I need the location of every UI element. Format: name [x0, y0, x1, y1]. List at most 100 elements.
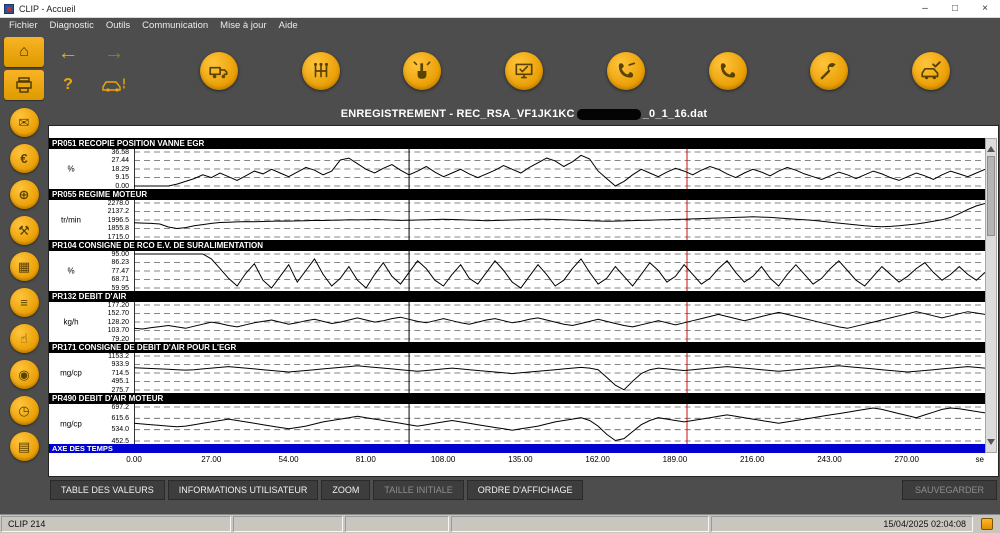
- chart-title-PR055: PR055 REGIME MOTEUR: [49, 189, 985, 200]
- zoom-button[interactable]: ZOOM: [321, 480, 370, 500]
- vehicle-check-button[interactable]: [912, 52, 950, 90]
- menu-diagnostic[interactable]: Diagnostic: [44, 20, 100, 31]
- vertical-scrollbar[interactable]: [985, 138, 997, 453]
- chart-plot-PR104[interactable]: [134, 251, 985, 291]
- chart-PR132: PR132 DEBIT D'AIRkg/h177.20152.70128.201…: [49, 291, 998, 342]
- menu-outils[interactable]: Outils: [100, 20, 136, 31]
- manual-selection-button[interactable]: [403, 52, 441, 90]
- gearbox-icon: [310, 60, 332, 82]
- chart-plot-PR171[interactable]: [134, 353, 985, 393]
- y-tick-label: 2278.0: [79, 200, 129, 207]
- messages-button[interactable]: ✉: [10, 108, 39, 137]
- record-title-prefix: ENREGISTREMENT - REC_RSA_VF1JK1KC: [341, 108, 575, 120]
- document-button[interactable]: ▤: [10, 432, 39, 461]
- question-icon: ?: [63, 76, 73, 94]
- phone-support-button[interactable]: [607, 52, 645, 90]
- x-tick-label: 54.00: [279, 455, 299, 464]
- token-button[interactable]: ◉: [10, 360, 39, 389]
- close-button[interactable]: ×: [970, 0, 1000, 17]
- tools-icon: ⚒: [18, 224, 30, 237]
- y-tick-label: 1855.8: [79, 225, 129, 232]
- body-row: ✉ € ⊕ ⚒ ▦ ≡ ☝ ◉ ◷ ▤ ENREGISTREMENT - REC_RSA_VF1J…: [0, 103, 1000, 514]
- chart-body-PR051: %36.5827.4418.299.150.00: [49, 149, 985, 189]
- vehicle-alert-button[interactable]: [92, 70, 136, 100]
- x-tick-label: 27.00: [201, 455, 221, 464]
- print-button[interactable]: [4, 70, 44, 100]
- menu-fichier[interactable]: Fichier: [3, 20, 44, 31]
- chart-PR055: PR055 REGIME MOTEURtr/min2278.02137.2199…: [49, 189, 998, 240]
- clip-window: CLIP - Accueil – □ × FichierDiagnosticOu…: [0, 0, 1000, 533]
- chart-PR490: PR490 DEBIT D'AIR MOTEURmg/cp697.2615.65…: [49, 393, 998, 444]
- list-button[interactable]: ≡: [10, 288, 39, 317]
- repair-button[interactable]: [810, 52, 848, 90]
- chart-body-PR132: kg/h177.20152.70128.20103.7079.20: [49, 302, 985, 342]
- home-button[interactable]: ⌂: [4, 37, 44, 67]
- chart-plot-PR051[interactable]: [134, 149, 985, 189]
- x-tick-label: 81.00: [356, 455, 376, 464]
- calculator-button[interactable]: ▦: [10, 252, 39, 281]
- table-values-button[interactable]: TABLE DES VALEURS: [50, 480, 165, 500]
- chart-title-PR132: PR132 DEBIT D'AIR: [49, 291, 985, 302]
- forward-button[interactable]: →: [92, 37, 136, 67]
- chart-title-PR171: PR171 CONSIGNE DE DEBIT D'AIR POUR L'EGR: [49, 342, 985, 353]
- status-datetime: 15/04/2025 02:04:08: [711, 516, 973, 532]
- chart-PR171: PR171 CONSIGNE DE DEBIT D'AIR POUR L'EGR…: [49, 342, 998, 393]
- chart-body-PR055: tr/min2278.02137.21996.51855.81715.0: [49, 200, 985, 240]
- x-tick-label: 189.00: [663, 455, 687, 464]
- x-tick-label: 108.00: [431, 455, 455, 464]
- chart-plot-PR132[interactable]: [134, 302, 985, 342]
- wrench-icon: [818, 60, 840, 82]
- chart-title-PR490: PR490 DEBIT D'AIR MOTEUR: [49, 393, 985, 404]
- sidebar: ✉ € ⊕ ⚒ ▦ ≡ ☝ ◉ ◷ ▤: [0, 103, 48, 514]
- display-order-button[interactable]: ORDRE D'AFFICHAGE: [467, 480, 584, 500]
- hand-button[interactable]: ☝: [10, 324, 39, 353]
- scroll-down-icon[interactable]: [987, 439, 995, 449]
- menu-communication[interactable]: Communication: [136, 20, 214, 31]
- y-tick-label: 495.1: [79, 378, 129, 385]
- chart-plot-PR490[interactable]: [134, 404, 985, 444]
- gearbox-button[interactable]: [302, 52, 340, 90]
- chart-title-PR051: PR051 RECOPIE POSITION VANNE EGR: [49, 138, 985, 149]
- chart-plot-PR055[interactable]: [134, 200, 985, 240]
- redaction-blob: [577, 109, 641, 120]
- y-tick-label: 79.20: [79, 336, 129, 343]
- maximize-button[interactable]: □: [940, 0, 970, 17]
- y-tick-label: 152.70: [79, 310, 129, 317]
- time-axis-bar: AXE DES TEMPS: [49, 444, 985, 453]
- status-cell-empty-2: [345, 516, 449, 532]
- y-tick-label: 933.9: [79, 361, 129, 368]
- y-tick-label: 27.44: [79, 157, 129, 164]
- scroll-up-icon[interactable]: [987, 142, 995, 152]
- scrollbar-thumb[interactable]: [987, 156, 995, 236]
- tray-icon[interactable]: [974, 515, 1000, 533]
- y-tick-label: 275.7: [79, 387, 129, 394]
- screen-test-button[interactable]: [505, 52, 543, 90]
- app-icon: [4, 4, 14, 14]
- tools-button[interactable]: ⚒: [10, 216, 39, 245]
- back-button[interactable]: ←: [46, 37, 90, 67]
- menu-aide[interactable]: Aide: [273, 20, 304, 31]
- vehicle-alert-icon: [101, 77, 127, 93]
- y-tick-label: 1996.5: [79, 217, 129, 224]
- globe-icon: ⊕: [19, 188, 30, 201]
- y-tick-label: 452.5: [79, 438, 129, 445]
- y-tick-label: 177.20: [79, 302, 129, 309]
- chart-body-PR171: mg/cp1153.2933.9714.5495.1275.7: [49, 353, 985, 393]
- y-tick-label: 0.00: [79, 183, 129, 190]
- help-button[interactable]: ?: [46, 70, 90, 100]
- charts-container: PR051 RECOPIE POSITION VANNE EGR%36.5827…: [49, 138, 998, 444]
- phone-icon: [717, 60, 739, 82]
- minimize-button[interactable]: –: [910, 0, 940, 17]
- initial-size-button[interactable]: TAILLE INITIALE: [373, 480, 463, 500]
- record-title-suffix: _0_1_16.dat: [643, 108, 708, 120]
- contact-button[interactable]: [709, 52, 747, 90]
- save-button[interactable]: SAUVEGARDER: [902, 480, 997, 500]
- payment-button[interactable]: €: [10, 144, 39, 173]
- hand-icon: ☝: [20, 332, 28, 345]
- x-tick-label: 243.00: [817, 455, 841, 464]
- gauge-button[interactable]: ◷: [10, 396, 39, 425]
- user-info-button[interactable]: INFORMATIONS UTILISATEUR: [168, 480, 319, 500]
- vehicle-test-button[interactable]: [200, 52, 238, 90]
- network-button[interactable]: ⊕: [10, 180, 39, 209]
- menu-mise-jour[interactable]: Mise à jour: [214, 20, 272, 31]
